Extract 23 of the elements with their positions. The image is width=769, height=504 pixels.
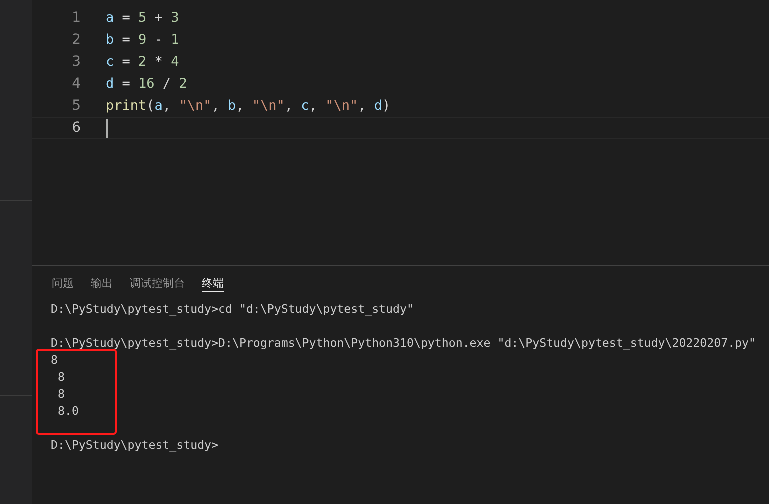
line-number: 2 [71,32,81,48]
text-cursor [106,118,108,138]
code-line: c = 2 * 4 [106,54,180,70]
panel-tab[interactable]: 调试控制台 [130,276,185,291]
panel-tab[interactable]: 输出 [91,276,113,291]
terminal-line: 8 [56,386,66,403]
line-number: 4 [71,76,81,92]
terminal-line: 8 [56,369,66,386]
line-number: 3 [71,54,81,70]
line-number: 5 [71,98,81,114]
code-line: a = 5 + 3 [106,10,180,26]
terminal-line: 8 [51,352,59,369]
terminal-line: D:\PyStudy\pytest_study>cd "d:\PyStudy\pytest_study" [51,301,415,318]
panel-tab[interactable]: 终端 [202,276,224,292]
code-line: print(a, "\n", b, "\n", c, "\n", d) [106,98,391,114]
panel-tab[interactable]: 问题 [52,276,74,291]
line-number: 6 [71,120,81,136]
code-line: b = 9 - 1 [106,32,180,48]
terminal-line: D:\PyStudy\pytest_study> [51,437,220,454]
terminal-line: D:\PyStudy\pytest_study>D:\Programs\Python\Python310\python.exe "d:\PyStudy\pytest_study\20220207.py" [51,335,757,352]
line-number: 1 [71,10,81,26]
code-line: d = 16 / 2 [106,76,188,92]
terminal-line: 8.0 [56,403,80,420]
